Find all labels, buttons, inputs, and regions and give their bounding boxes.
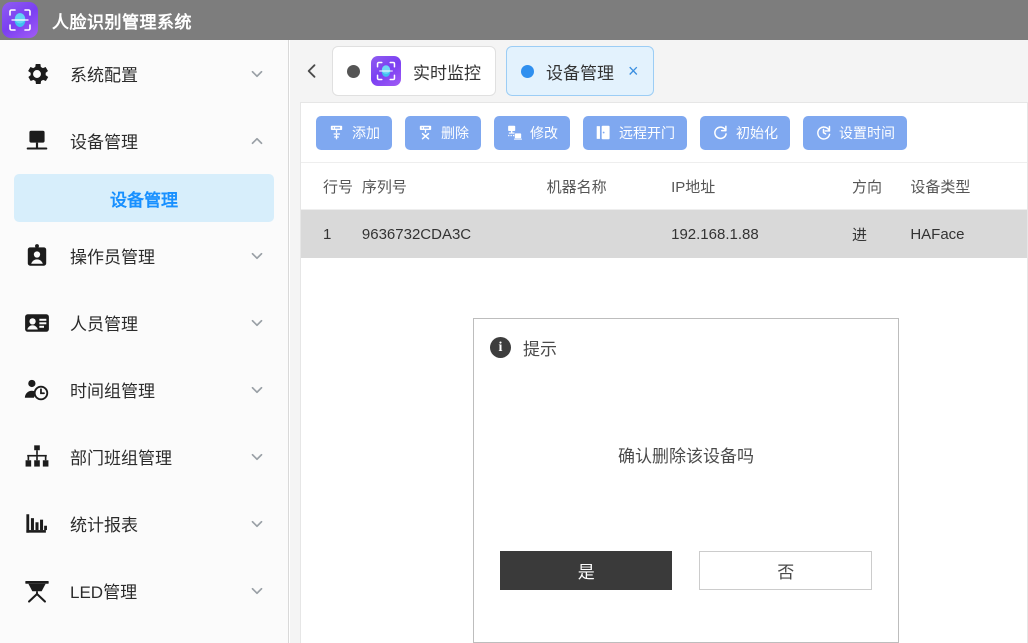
id-card-icon: [20, 306, 54, 340]
org-chart-icon: [20, 440, 54, 474]
gear-icon: [20, 57, 54, 91]
remote-open-door-button[interactable]: 远程开门: [583, 116, 687, 150]
door-open-icon: [595, 124, 612, 141]
edit-button[interactable]: 修改: [494, 116, 570, 150]
sidebar-item-label: 部门班组管理: [70, 444, 248, 469]
device-toolbar: 添加 删除: [301, 103, 1027, 163]
tab-status-dot-icon: [521, 65, 534, 78]
chevron-down-icon: [248, 448, 266, 466]
column-header-direction: 方向: [852, 176, 910, 197]
sidebar-item-label: 人员管理: [70, 310, 248, 335]
sidebar-item-label: 时间组管理: [70, 377, 248, 402]
chevron-down-icon: [248, 65, 266, 83]
set-time-button[interactable]: 设置时间: [803, 116, 907, 150]
device-add-icon: [328, 124, 345, 141]
face-scan-tab-icon: [371, 56, 401, 86]
info-icon: i: [490, 337, 511, 358]
tab-realtime-monitor[interactable]: 实时监控: [332, 46, 496, 96]
bar-chart-icon: [20, 507, 54, 541]
tab-label: 设备管理: [546, 59, 614, 84]
confirm-yes-button[interactable]: 是: [500, 551, 672, 590]
sidebar-item-person-management[interactable]: 人员管理: [0, 289, 288, 356]
chevron-down-icon: [248, 381, 266, 399]
column-header-row-no: 行号: [301, 176, 362, 197]
column-header-machine-name: 机器名称: [547, 176, 671, 197]
button-label: 添加: [352, 123, 380, 143]
sidebar-item-system-config[interactable]: 系统配置: [0, 40, 288, 107]
tab-bar: 实时监控 设备管理 ×: [290, 40, 1028, 102]
clock-refresh-icon: [815, 124, 832, 141]
dialog-title: 提示: [523, 335, 557, 360]
app-titlebar: 人脸识别管理系统: [0, 0, 1028, 40]
cell-device-type: HAFace: [910, 226, 1027, 243]
projector-icon: [20, 574, 54, 608]
chevron-left-icon[interactable]: [300, 59, 324, 83]
column-header-device-type: 设备类型: [910, 176, 1027, 197]
sidebar-item-led-management[interactable]: LED管理: [0, 557, 288, 624]
dialog-actions: 是 否: [474, 551, 898, 590]
delete-button[interactable]: 删除: [405, 116, 481, 150]
device-delete-icon: [417, 124, 434, 141]
sidebar-item-operator-management[interactable]: 操作员管理: [0, 222, 288, 289]
sidebar-item-time-group-management[interactable]: 时间组管理: [0, 356, 288, 423]
sidebar-item-device-management[interactable]: 设备管理: [0, 107, 288, 174]
initialize-button[interactable]: 初始化: [700, 116, 790, 150]
sidebar-item-department-team-management[interactable]: 部门班组管理: [0, 423, 288, 490]
close-icon[interactable]: ×: [628, 62, 639, 80]
sidebar-subitem-label: 设备管理: [110, 186, 178, 211]
table-header: 行号 序列号 机器名称 IP地址 方向 设备类型: [301, 163, 1027, 210]
tab-device-management[interactable]: 设备管理 ×: [506, 46, 654, 96]
chevron-down-icon: [248, 582, 266, 600]
cell-direction: 进: [852, 224, 910, 245]
cell-serial: 9636732CDA3C: [362, 226, 547, 243]
button-label: 设置时间: [839, 123, 895, 143]
sidebar-item-label: 操作员管理: [70, 243, 248, 268]
cell-row-no: 1: [301, 226, 362, 243]
sidebar-item-label: LED管理: [70, 578, 248, 603]
chevron-down-icon: [248, 247, 266, 265]
button-label: 删除: [441, 123, 469, 143]
cell-ip: 192.168.1.88: [671, 226, 852, 243]
sidebar-item-label: 统计报表: [70, 511, 248, 536]
button-label: 初始化: [736, 123, 778, 143]
button-label: 远程开门: [619, 123, 675, 143]
column-header-serial: 序列号: [362, 176, 547, 197]
sidebar-subitem-device-management[interactable]: 设备管理: [14, 174, 274, 222]
sidebar-item-statistics-report[interactable]: 统计报表: [0, 490, 288, 557]
cancel-no-button[interactable]: 否: [699, 551, 872, 590]
tab-label: 实时监控: [413, 59, 481, 84]
add-button[interactable]: 添加: [316, 116, 392, 150]
refresh-icon: [712, 124, 729, 141]
face-scan-glyph-icon: [7, 7, 33, 33]
chevron-up-icon: [248, 132, 266, 150]
dialog-message: 确认删除该设备吗: [474, 442, 898, 467]
dialog-header: i 提示: [474, 319, 898, 360]
sidebar-item-label: 系统配置: [70, 61, 248, 86]
sidebar-item-label: 设备管理: [70, 128, 248, 153]
button-label: 修改: [530, 123, 558, 143]
confirm-delete-dialog: i 提示 确认删除该设备吗 是 否: [473, 318, 899, 643]
face-scan-logo-icon: [2, 2, 38, 38]
app-title: 人脸识别管理系统: [52, 8, 192, 33]
person-clock-icon: [20, 373, 54, 407]
column-header-ip: IP地址: [671, 176, 852, 197]
id-badge-icon: [20, 239, 54, 273]
chevron-down-icon: [248, 515, 266, 533]
tab-status-dot-icon: [347, 65, 360, 78]
device-edit-icon: [506, 124, 523, 141]
face-scan-glyph-icon: [375, 60, 397, 82]
table-row[interactable]: 1 9636732CDA3C 192.168.1.88 进 HAFace: [301, 210, 1027, 258]
chevron-down-icon: [248, 314, 266, 332]
monitor-icon: [20, 124, 54, 158]
sidebar: 系统配置 设备管理 设备管理 操作员管理: [0, 40, 289, 643]
